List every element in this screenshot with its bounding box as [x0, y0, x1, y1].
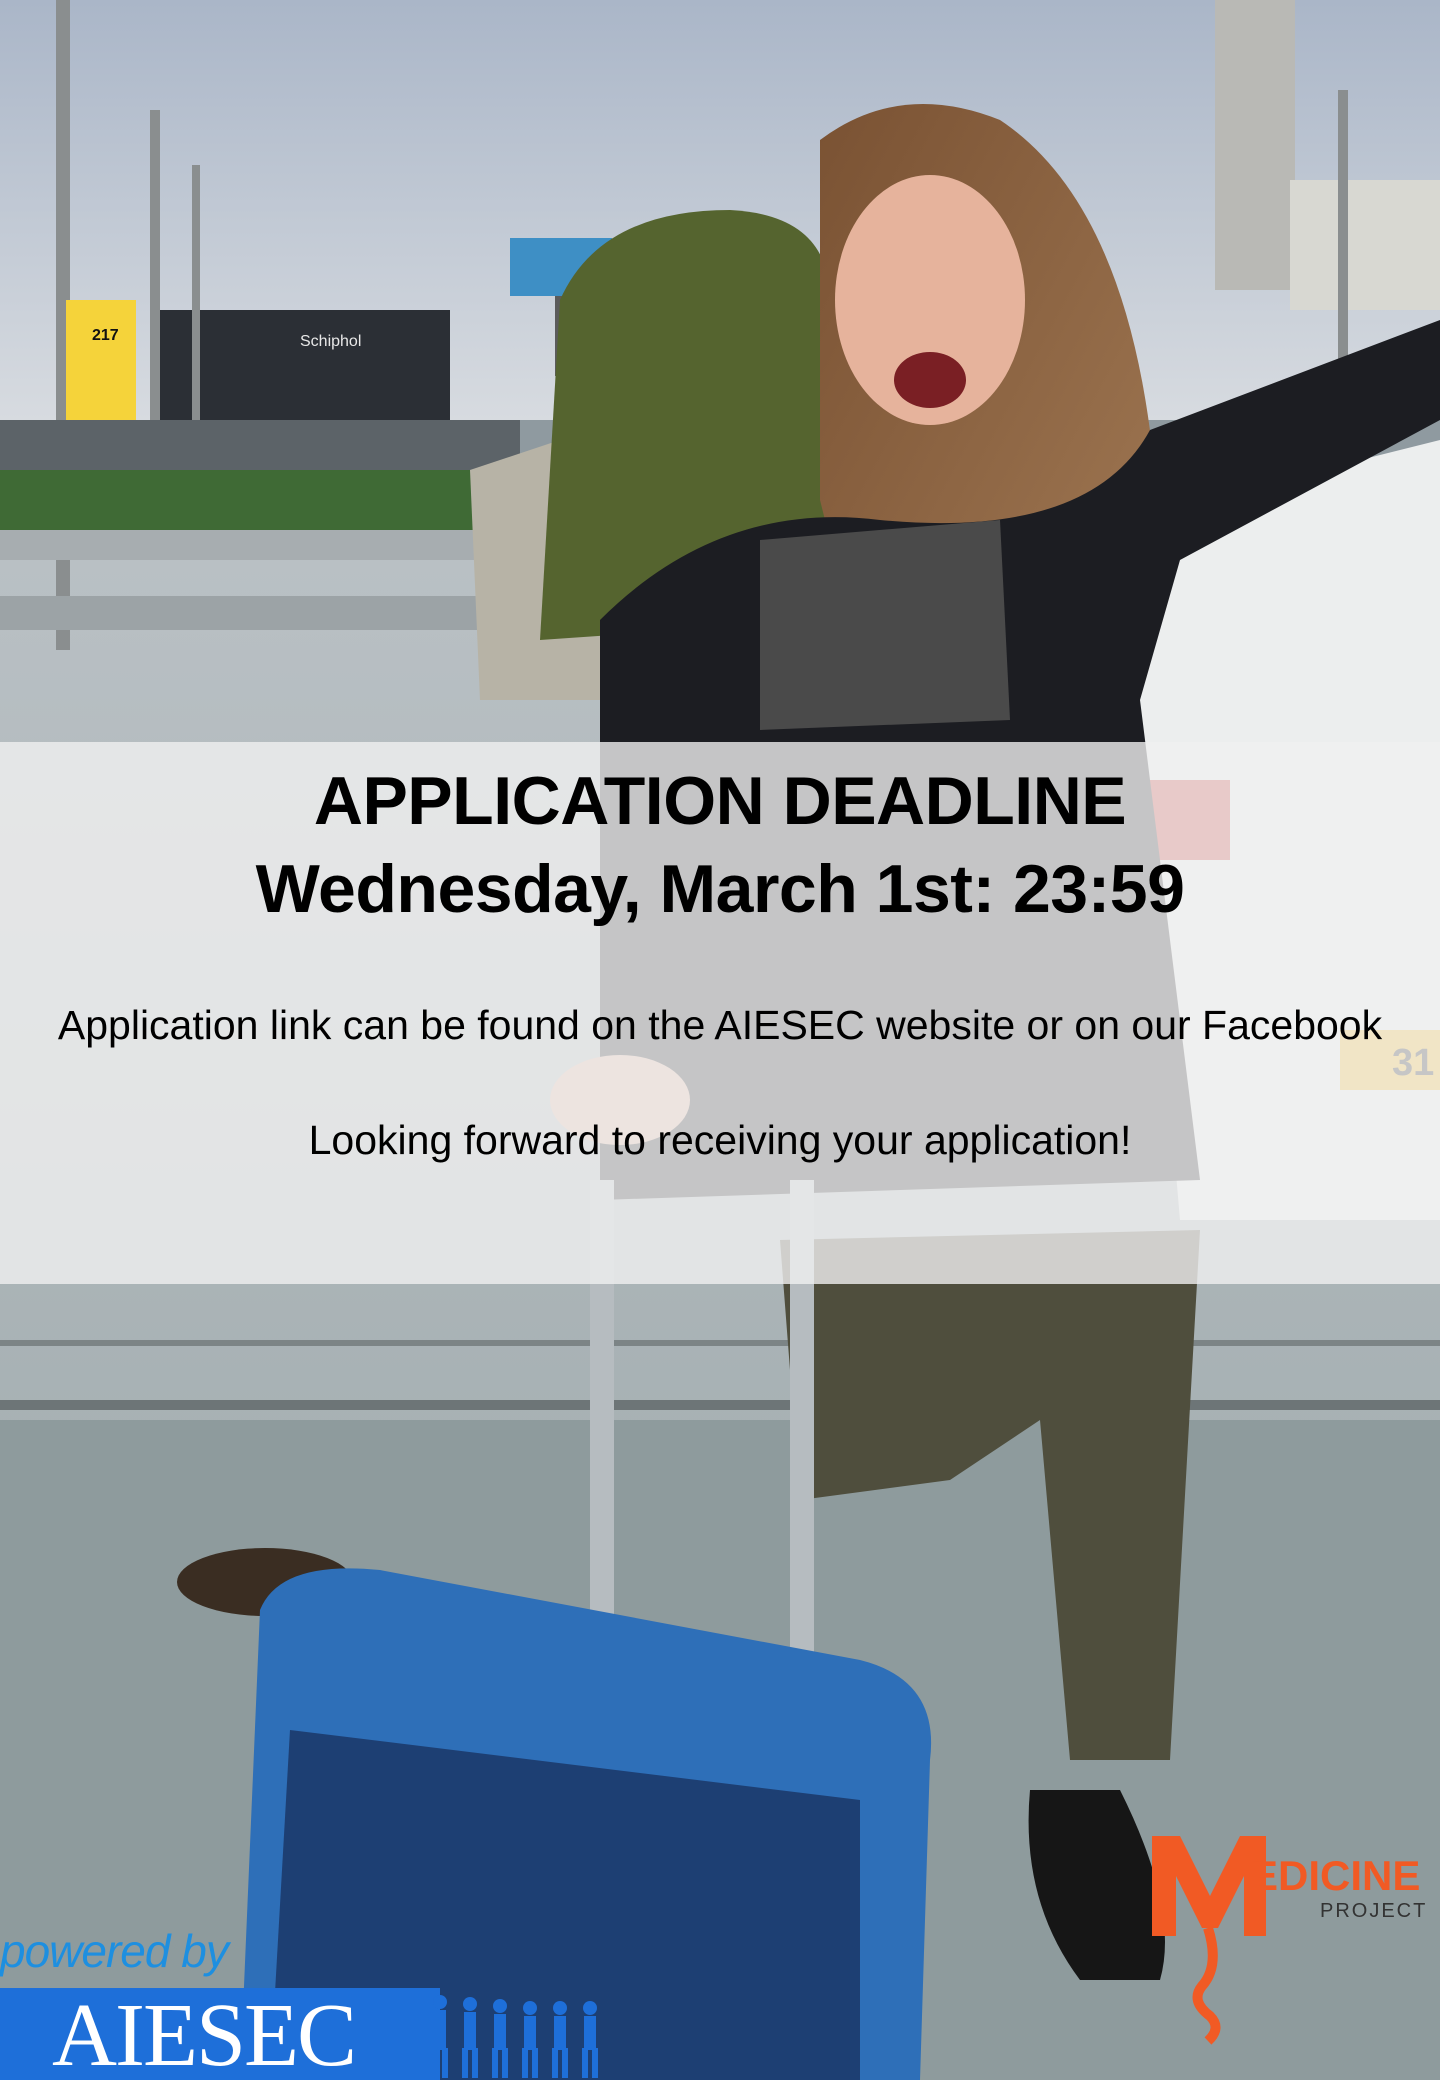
rail — [0, 1400, 1440, 1410]
walking-people-icon — [432, 1995, 598, 2078]
poster: Schiphol 217 31 — [0, 0, 1440, 2080]
deadline-date: Wednesday, March 1st: 23:59 — [255, 851, 1185, 927]
parking-sign-text: 217 — [92, 327, 119, 344]
medicine-project-subtitle: PROJECT — [1320, 1900, 1428, 1922]
scarf — [760, 520, 1010, 730]
powered-by-label: powered by — [0, 1925, 229, 1977]
aiesec-logo-wordmark: AIESEC — [52, 1986, 357, 2080]
guardrail — [0, 530, 480, 560]
deadline-heading: APPLICATION DEADLINE — [313, 763, 1127, 839]
application-link-text: Application link can be found on the AIE… — [57, 1002, 1383, 1048]
hedge — [0, 470, 520, 530]
schiphol-sign-text: Schiphol — [300, 333, 361, 350]
terminal-building — [1290, 180, 1440, 310]
medicine-project-title: EDICINE — [1250, 1852, 1421, 1899]
medicine-project-logo-icon — [1152, 1836, 1266, 2045]
closing-text: Looking forward to receiving your applic… — [308, 1117, 1132, 1163]
rail — [0, 1340, 1440, 1346]
tower — [1215, 0, 1295, 290]
mouth — [894, 352, 966, 408]
schiphol-building — [160, 310, 450, 420]
parking-sign — [66, 300, 136, 420]
guardrail — [0, 596, 480, 630]
